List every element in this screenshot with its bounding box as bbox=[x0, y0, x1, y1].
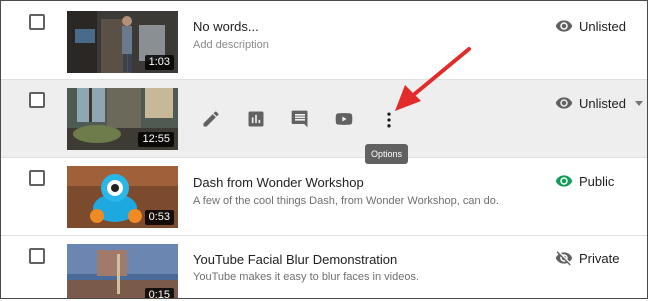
duration-badge: 0:53 bbox=[144, 210, 174, 225]
comments-button[interactable] bbox=[289, 108, 311, 130]
comments-icon bbox=[291, 110, 308, 128]
eye-icon bbox=[555, 175, 573, 187]
video-row-hovered[interactable]: 12:55 Unlisted bbox=[1, 80, 647, 158]
select-checkbox[interactable] bbox=[29, 170, 45, 186]
visibility-label: Public bbox=[579, 173, 615, 189]
video-title[interactable]: Dash from Wonder Workshop bbox=[193, 175, 364, 190]
video-title[interactable]: No words... bbox=[193, 19, 259, 34]
duration-badge: 1:03 bbox=[144, 55, 174, 70]
visibility-label: Private bbox=[579, 250, 620, 266]
select-checkbox[interactable] bbox=[29, 248, 45, 264]
select-checkbox[interactable] bbox=[29, 92, 45, 108]
video-thumbnail[interactable]: 0:53 bbox=[67, 166, 178, 228]
visibility-status[interactable]: Public bbox=[555, 172, 614, 190]
analytics-icon bbox=[248, 111, 264, 127]
eye-off-icon bbox=[555, 251, 573, 266]
visibility-status[interactable]: Unlisted bbox=[555, 17, 626, 35]
annotation-arrow bbox=[395, 47, 471, 111]
video-thumbnail[interactable]: 12:55 bbox=[67, 88, 178, 150]
video-list: 1:03 No words... Add description Unliste… bbox=[0, 0, 648, 299]
edit-icon bbox=[203, 111, 219, 127]
visibility-status[interactable]: Private bbox=[555, 249, 619, 267]
eye-icon bbox=[555, 97, 573, 109]
video-title[interactable]: YouTube Facial Blur Demonstration bbox=[193, 252, 397, 267]
visibility-label: Unlisted bbox=[579, 18, 626, 34]
video-thumbnail[interactable]: 0:15 bbox=[67, 244, 178, 298]
play-icon bbox=[335, 113, 353, 125]
video-description[interactable]: Add description bbox=[193, 39, 269, 51]
video-thumbnail[interactable]: 1:03 bbox=[67, 11, 178, 73]
analytics-button[interactable] bbox=[245, 108, 267, 130]
duration-badge: 0:15 bbox=[144, 288, 174, 298]
chevron-down-icon[interactable] bbox=[635, 101, 643, 106]
play-button[interactable] bbox=[333, 108, 355, 130]
edit-button[interactable] bbox=[200, 108, 222, 130]
visibility-label: Unlisted bbox=[579, 95, 626, 111]
visibility-dropdown[interactable]: Unlisted bbox=[555, 94, 626, 112]
select-checkbox[interactable] bbox=[29, 14, 45, 30]
options-tooltip: Options bbox=[365, 144, 409, 164]
video-row[interactable]: 1:03 No words... Add description Unliste… bbox=[1, 1, 647, 80]
eye-icon bbox=[555, 20, 573, 32]
video-description[interactable]: A few of the cool things Dash, from Wond… bbox=[193, 195, 499, 207]
duration-badge: 12:55 bbox=[138, 132, 174, 147]
video-description[interactable]: YouTube makes it easy to blur faces in v… bbox=[193, 271, 419, 283]
video-row[interactable]: 0:53 Dash from Wonder Workshop A few of … bbox=[1, 158, 647, 236]
video-row[interactable]: 0:15 YouTube Facial Blur Demonstration Y… bbox=[1, 236, 647, 298]
